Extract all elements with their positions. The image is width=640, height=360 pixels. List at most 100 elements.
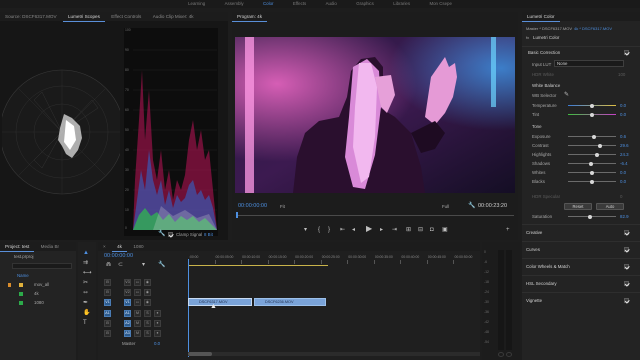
tint-knob[interactable] <box>590 112 594 117</box>
play-icon[interactable]: ▶ <box>366 225 372 233</box>
track-label-v2[interactable]: V2 <box>124 289 131 296</box>
clip-dscf6236[interactable]: DSCF6236.MOV <box>254 298 326 306</box>
razor-tool-icon[interactable]: ✂ <box>83 280 88 286</box>
mute-icon[interactable]: M <box>134 310 141 317</box>
add-marker-icon[interactable]: ▾ <box>142 262 145 268</box>
export-frame-icon[interactable]: ◘ <box>430 227 434 233</box>
source-patch-v1[interactable]: V1 <box>104 299 111 306</box>
track-select-tool-icon[interactable]: ⇉ <box>83 260 88 266</box>
overwrite-icon[interactable]: ⊟ <box>418 227 423 233</box>
step-back-icon[interactable]: ◂ <box>352 227 355 233</box>
exposure-value[interactable]: 0.6 <box>620 134 626 139</box>
shadows-slider[interactable] <box>568 161 616 166</box>
tab-media-browser[interactable]: Media Br <box>36 242 64 251</box>
track-label-v1[interactable]: V1 <box>124 299 131 306</box>
tab-lumetri-color[interactable]: Lumetri Color <box>522 12 560 22</box>
eyedropper-icon[interactable]: ✎ <box>564 92 569 98</box>
whites-knob[interactable] <box>590 170 594 175</box>
master-track-value[interactable]: 0.0 <box>154 341 160 346</box>
go-to-out-icon[interactable]: ⇥ <box>392 227 397 233</box>
project-search-input[interactable] <box>12 263 72 269</box>
eye-icon[interactable]: ◉ <box>144 279 151 286</box>
mark-out-icon[interactable]: } <box>328 227 330 233</box>
go-to-in-icon[interactable]: ⇤ <box>340 227 345 233</box>
timeline-timecode[interactable]: 00:00:00:00 <box>104 253 133 259</box>
contrast-value[interactable]: 29.6 <box>620 143 629 148</box>
shadows-knob[interactable] <box>588 161 593 166</box>
bit-depth-select[interactable]: 8 Bit <box>204 232 213 237</box>
track-label-a1[interactable]: A1 <box>124 310 131 317</box>
timeline-scrollbar[interactable] <box>188 352 480 356</box>
section-color-wheels[interactable]: Color Wheels & Match <box>522 258 640 275</box>
track-label-v3[interactable]: V3 <box>124 279 131 286</box>
tab-project[interactable]: Project: test <box>0 242 35 252</box>
work-area-bar[interactable] <box>188 265 328 266</box>
whites-slider[interactable] <box>568 170 616 175</box>
section-vignette[interactable]: Vignette <box>522 292 640 309</box>
playhead-marker[interactable] <box>236 212 238 218</box>
solo-left-button[interactable] <box>498 352 504 357</box>
highlights-knob[interactable] <box>595 152 600 157</box>
blacks-value[interactable]: 0.0 <box>620 179 626 184</box>
blacks-knob[interactable] <box>590 179 594 184</box>
snap-icon[interactable]: ⋒ <box>106 262 111 268</box>
scrollbar-thumb[interactable] <box>188 352 212 356</box>
clamp-signal-checkbox[interactable] <box>168 232 173 237</box>
microphone-icon[interactable]: ● <box>154 330 161 337</box>
workspace-audio[interactable]: Audio <box>326 0 337 8</box>
curves-checkbox[interactable] <box>624 247 629 252</box>
type-tool-icon[interactable]: T <box>83 320 87 326</box>
saturation-slider[interactable] <box>568 214 616 219</box>
color-wheels-checkbox[interactable] <box>624 264 629 269</box>
highlights-slider[interactable] <box>568 152 616 157</box>
saturation-value[interactable]: 82.9 <box>620 214 629 219</box>
mute-icon[interactable]: M <box>134 320 141 327</box>
temperature-knob[interactable] <box>590 103 594 108</box>
hsl-secondary-checkbox[interactable] <box>624 281 629 286</box>
white-balance-title[interactable]: White Balance <box>532 83 560 88</box>
workspace-learning[interactable]: Learning <box>188 0 205 8</box>
solo-right-button[interactable] <box>506 352 512 357</box>
workspace-effects[interactable]: Effects <box>293 0 306 8</box>
fit-select[interactable]: Fit <box>280 204 285 209</box>
add-marker-icon[interactable]: ▾ <box>304 227 307 233</box>
section-curves[interactable]: Curves <box>522 241 640 258</box>
tab-sequence-4k[interactable]: 4k <box>112 242 127 252</box>
slip-tool-icon[interactable]: ⇿ <box>83 290 88 296</box>
close-icon[interactable]: × <box>98 242 111 251</box>
vignette-checkbox[interactable] <box>624 298 629 303</box>
basic-correction-checkbox[interactable] <box>624 50 629 55</box>
hand-tool-icon[interactable]: ✋ <box>83 310 90 316</box>
eye-icon[interactable]: ◉ <box>144 289 151 296</box>
clip-dscf6317[interactable]: DSCF6317.MOV <box>188 298 252 306</box>
track-label-a3[interactable]: A3 <box>124 330 131 337</box>
button-editor-icon[interactable]: + <box>506 227 510 233</box>
microphone-icon[interactable]: ● <box>154 310 161 317</box>
tint-value[interactable]: 0.0 <box>620 112 626 117</box>
exposure-knob[interactable] <box>592 134 597 139</box>
lock-icon[interactable]: ⊟ <box>104 279 111 286</box>
tab-sequence-1080[interactable]: 1080 <box>128 242 148 251</box>
lumetri-effect-name[interactable]: Lumetri Color <box>533 35 559 40</box>
whites-value[interactable]: 0.0 <box>620 170 626 175</box>
list-item[interactable]: 4k <box>2 291 74 299</box>
contrast-slider[interactable] <box>568 143 616 148</box>
tone-title[interactable]: Tone <box>532 124 542 129</box>
section-creative[interactable]: Creative <box>522 224 640 241</box>
eye-icon[interactable]: ◉ <box>144 299 151 306</box>
auto-button[interactable]: Auto <box>596 203 624 210</box>
creative-checkbox[interactable] <box>624 230 629 235</box>
sync-lock-icon[interactable]: ▭ <box>134 289 141 296</box>
tab-effect-controls[interactable]: Effect Controls <box>106 12 146 21</box>
linked-selection-icon[interactable]: ⊂ <box>118 262 123 268</box>
mark-in-icon[interactable]: { <box>318 227 320 233</box>
list-item[interactable]: mov_all <box>2 282 74 290</box>
blacks-slider[interactable] <box>568 179 616 184</box>
lock-icon[interactable]: ⊟ <box>104 330 111 337</box>
tab-source[interactable]: Source: DSCF6317.MOV <box>0 12 62 21</box>
workspace-libraries[interactable]: Libraries <box>393 0 410 8</box>
sync-lock-icon[interactable]: ▭ <box>134 299 141 306</box>
lock-icon[interactable]: ⊟ <box>104 289 111 296</box>
highlights-value[interactable]: 24.3 <box>620 152 629 157</box>
shadows-value[interactable]: -6.4 <box>620 161 628 166</box>
